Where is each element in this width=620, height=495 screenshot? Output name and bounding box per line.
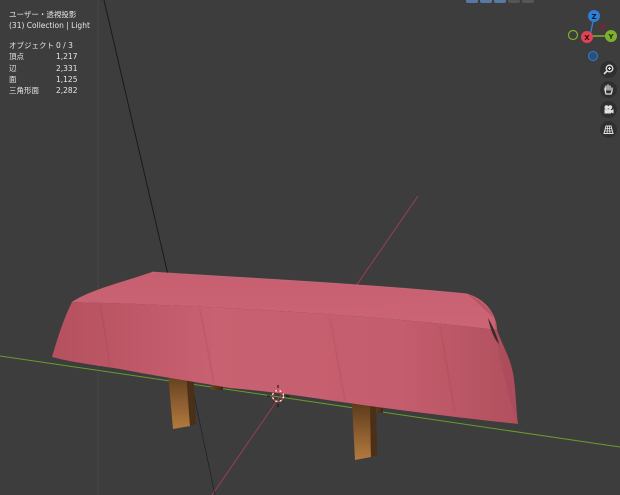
stat-faces: 面 1,125 (9, 74, 90, 85)
stat-label: オブジェクト (9, 40, 54, 50)
stat-triangles: 三角形面 2,282 (9, 85, 90, 96)
gizmo-neg-x-ball[interactable] (600, 24, 606, 30)
gizmo-z-label: Z (591, 13, 596, 21)
tablecloth[interactable] (52, 271, 518, 424)
navigation-gizmo[interactable]: Z X Y (567, 10, 618, 61)
3d-viewport[interactable]: Z X Y ユーザー・透視投影 (31) Collection | Light … (0, 0, 620, 495)
gizmo-x-label: X (584, 34, 590, 42)
camera-icon (604, 105, 614, 114)
stat-label: 頂点 (9, 52, 24, 62)
stat-value: 2,282 (56, 86, 78, 96)
header-toggle-strip (466, 0, 534, 3)
scene-canvas[interactable]: Z X Y (0, 0, 620, 495)
zoom-icon (603, 64, 614, 75)
view-title: ユーザー・透視投影 (9, 10, 77, 19)
viewport-nav-buttons (600, 61, 617, 138)
stat-edges: 辺 2,331 (9, 63, 90, 74)
stat-label: 辺 (9, 63, 17, 73)
table-leg-front-right[interactable] (352, 402, 377, 460)
zoom-button[interactable] (600, 61, 617, 78)
header-toggle-1[interactable] (466, 0, 478, 3)
stat-label: 三角形面 (9, 86, 39, 96)
collection-label: (31) Collection | Light (9, 21, 90, 31)
header-toggle-3[interactable] (494, 0, 506, 3)
viewport-info-overlay: ユーザー・透視投影 (31) Collection | Light オブジェクト… (9, 9, 90, 97)
stat-label: 面 (9, 75, 17, 85)
stat-vertices: 頂点 1,217 (9, 51, 90, 62)
stat-objects: オブジェクト 0 / 3 (9, 40, 90, 51)
header-toggle-2[interactable] (480, 0, 492, 3)
camera-view-button[interactable] (600, 101, 617, 118)
header-toggle-4[interactable] (508, 0, 520, 3)
stat-value: 1,217 (56, 52, 78, 62)
light-direction-line (103, 0, 176, 306)
stat-value: 1,125 (56, 75, 78, 85)
pan-button[interactable] (600, 81, 617, 98)
gizmo-neg-z-ball[interactable] (588, 51, 598, 61)
perspective-toggle-button[interactable] (600, 121, 617, 138)
hand-pan-icon (604, 84, 613, 95)
grid-perspective-icon (603, 125, 614, 134)
header-toggle-5[interactable] (522, 0, 534, 3)
gizmo-y-label: Y (607, 33, 614, 41)
stat-value: 0 / 3 (56, 40, 73, 50)
stat-value: 2,331 (56, 63, 78, 73)
